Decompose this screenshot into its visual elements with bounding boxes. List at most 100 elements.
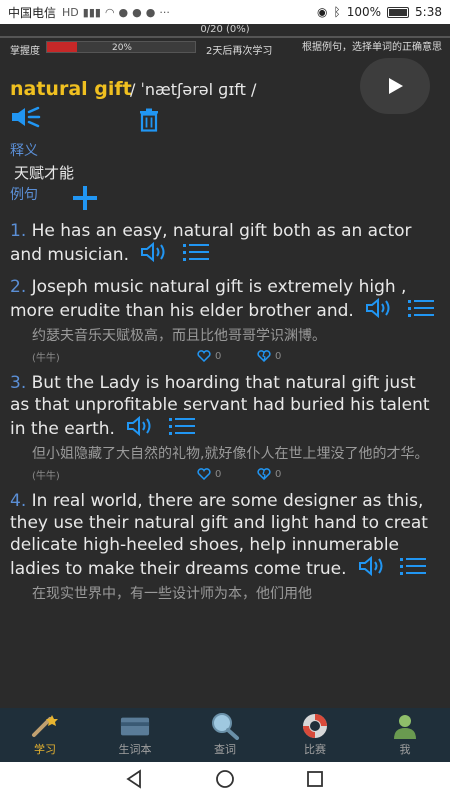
add-example-button[interactable] [70,184,100,212]
play-button[interactable] [360,58,430,114]
example-chinese: 但小姐隐藏了大自然的礼物,就好像仆人在世上埋没了他的才华。 [32,446,429,462]
play-icon [389,78,403,94]
example-speaker-button[interactable] [365,297,395,324]
app-icon: ● [118,5,129,19]
example-speaker-button[interactable] [358,555,388,582]
lifebuoy-icon [300,713,330,739]
like-button[interactable]: 0 [197,468,257,480]
eye-icon: ◉ [317,5,328,19]
like-button[interactable]: 0 [197,350,257,362]
heart-icon [197,468,211,480]
example-source: (牛牛) [32,470,60,482]
system-nav-bar [0,762,450,800]
broken-heart-icon [257,350,271,362]
home-button[interactable] [215,769,235,793]
example-meta: (牛牛) 0 0 [32,348,440,364]
example-number: 3. [10,373,27,393]
back-icon [126,769,141,789]
list-icon [407,300,434,317]
person-icon [390,713,420,739]
home-icon [216,770,234,788]
example-meta: (牛牛) 0 0 [32,466,440,482]
nav-item-vocab-book[interactable]: 生词本 [90,708,180,762]
dislike-button[interactable]: 0 [257,468,317,480]
mastery-percent: 20% [111,43,132,53]
instruction-text: 根据例句，选择单词的正确意思 [302,42,442,53]
example-menu-button[interactable] [407,298,435,324]
nav-item-lookup[interactable]: 查词 [180,708,270,762]
nav-label: 学习 [34,743,56,756]
battery-icon [387,6,410,18]
speaker-icon [358,555,383,577]
back-button[interactable] [125,769,145,793]
wifi-icon: ◠ [104,5,115,19]
list-item: 1. He has an easy, natural gift both as … [10,220,440,268]
heart-icon [197,350,211,362]
example-chinese: 在现实世界中，有一些设计师为本，他们用他 [32,586,312,602]
bluetooth-icon: ᛒ [333,5,341,19]
list-item: 4. In real world, there are some designe… [10,490,440,604]
word-pronounce-button[interactable] [10,106,42,132]
examples-label: 例句 [10,187,38,203]
nav-item-contest[interactable]: 比赛 [270,708,360,762]
plus-icon [73,186,97,210]
recents-icon [307,771,323,787]
hd-icon: HD [62,5,79,19]
dislike-count: 0 [275,468,282,480]
nav-label: 我 [399,743,411,756]
broken-heart-icon [257,468,271,480]
nav-item-me[interactable]: 我 [360,708,450,762]
like-count: 0 [215,468,222,480]
mastery-bar: 20% [46,41,196,53]
trash-icon [140,108,158,132]
list-icon [168,418,195,435]
dislike-button[interactable]: 0 [257,350,317,362]
example-english[interactable]: But the Lady is hoarding that natural gi… [10,373,430,439]
definition-text: 天赋才能 [14,164,75,182]
example-menu-button[interactable] [168,416,196,442]
nav-item-study[interactable]: 学习 [0,708,90,762]
example-chinese: 约瑟夫音乐天赋极高，而且比他哥哥学识渊博。 [32,328,326,344]
time: 5:38 [415,5,442,19]
example-number: 1. [10,221,27,241]
app-icon: ● [132,5,142,19]
example-number: 2. [10,277,27,297]
system-icons: HD ▮▮▮ ◠ ● ● ● ··· [62,6,170,19]
example-menu-button[interactable] [399,556,427,582]
list-item: 2. Joseph music natural gift is extremel… [10,276,440,364]
status-bar: 中国电信 HD ▮▮▮ ◠ ● ● ● ··· ◉ ᛒ 100% 5:38 [0,0,450,24]
nav-label: 比赛 [304,743,326,756]
recents-button[interactable] [305,769,325,793]
example-speaker-button[interactable] [140,241,170,268]
list-icon [400,558,427,575]
example-menu-button[interactable] [182,242,210,268]
nav-label: 查词 [214,743,236,756]
example-source: (牛牛) [32,352,60,364]
mastery-label: 掌握度 [10,46,40,57]
example-number: 4. [10,491,27,511]
nav-label: 生词本 [118,743,152,756]
carrier-name: 中国电信 [8,5,57,20]
speaker-icon [366,297,390,319]
next-review-text: 2天后再次学习 [206,46,273,57]
example-english[interactable]: Joseph music natural gift is extremely h… [10,277,406,321]
battery-percent: 100% [346,5,382,19]
progress-count: 0/20 (0%) [200,24,250,35]
magnifier-icon [210,713,240,740]
bottom-nav: 学习 生词本 查词 比赛 我 [0,708,450,762]
wand-icon [30,713,60,739]
like-count: 0 [215,350,222,362]
signal-icon: ▮▮▮ [82,5,101,19]
speaker-icon [127,415,151,437]
speaker-icon [12,106,41,128]
example-list: 1. He has an easy, natural gift both as … [10,220,440,612]
progress-line [0,36,450,38]
word-title: natural gift [10,78,132,100]
word-phonetic: / ˈnætʃərəl ɡɪft / [130,80,257,99]
example-english[interactable]: He has an easy, natural gift both as an … [10,221,412,265]
delete-button[interactable] [138,108,160,136]
card-icon [120,713,150,739]
list-icon [182,244,209,261]
speaker-icon [141,241,165,263]
example-speaker-button[interactable] [126,415,156,442]
